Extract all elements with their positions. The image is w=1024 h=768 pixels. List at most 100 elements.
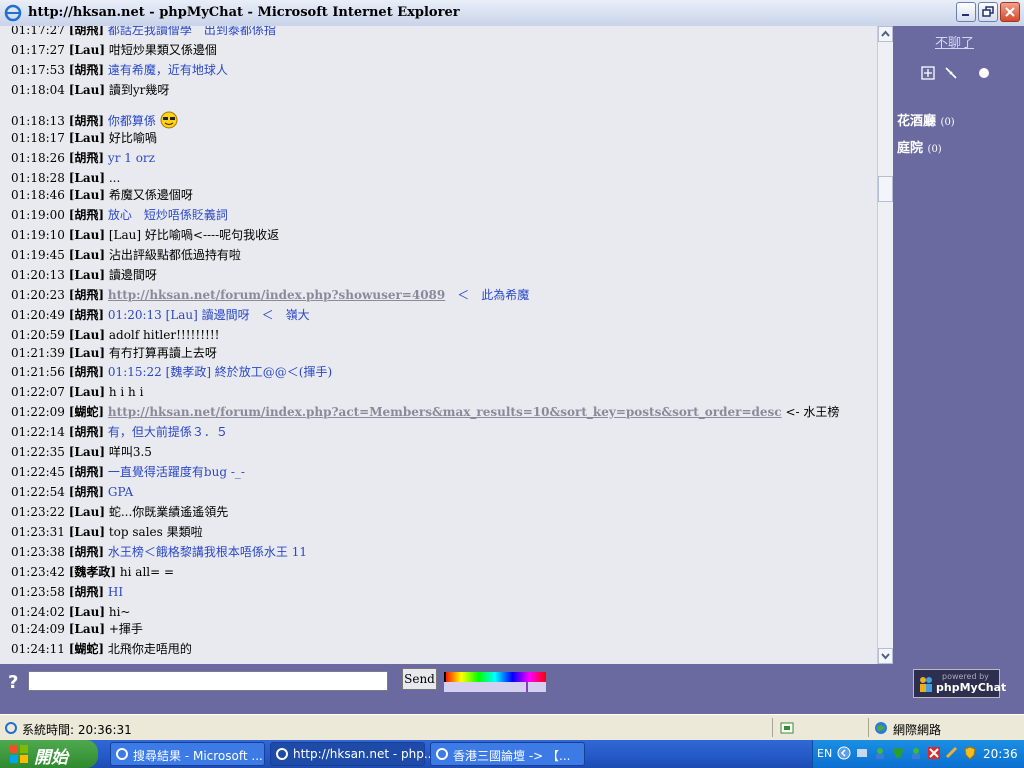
messenger-icon[interactable] — [873, 746, 887, 760]
room-item[interactable]: 花酒廳 (0) — [897, 110, 955, 129]
tray-expand-icon[interactable] — [837, 746, 851, 760]
message-text: 放心 短炒唔係貶義詞 — [107, 208, 228, 222]
message-input[interactable] — [28, 671, 388, 691]
message-user[interactable]: [Lau] — [69, 328, 105, 342]
chat-message: 01:17:27 [Lau] 咁短炒果類又係邊個 — [11, 43, 217, 57]
message-text: 咁短炒果類又係邊個 — [108, 43, 217, 57]
message-user[interactable]: [Lau] — [69, 188, 105, 202]
message-time: 01:23:38 — [11, 545, 65, 559]
message-user[interactable]: [胡飛] — [69, 26, 104, 37]
message-user[interactable]: [胡飛] — [69, 465, 104, 479]
users-logo-icon — [920, 677, 932, 692]
message-user[interactable]: [Lau] — [69, 171, 105, 185]
chat-log[interactable]: 01:17:27 [胡飛] 都話左我讀僧學 出到泰都係指 01:17:27 [La… — [0, 26, 878, 664]
message-user[interactable]: [胡飛] — [69, 288, 104, 302]
message-user[interactable]: [胡飛] — [69, 365, 104, 379]
message-user[interactable]: [胡飛] — [69, 208, 104, 222]
send-button[interactable]: Send — [402, 668, 437, 690]
chat-message: 01:20:13 [Lau] 讀邊間呀 — [11, 268, 157, 282]
taskbar-item-active[interactable]: http://hksan.net - php... — [270, 742, 435, 766]
chat-message: 01:20:49 [胡飛] 01:20:13 [Lau] 讀邊間呀 ＜ 嶺大 — [11, 308, 310, 322]
message-user[interactable]: [Lau] — [69, 83, 105, 97]
message-user[interactable]: [Lau] — [69, 525, 105, 539]
taskbar-item[interactable]: 香港三國論壇 -> 【... — [430, 742, 585, 766]
message-user[interactable]: [胡飛] — [69, 425, 104, 439]
message-time: 01:21:39 — [11, 346, 65, 360]
status-divider — [772, 718, 773, 737]
start-label: 開始 — [34, 748, 68, 768]
quit-chat-link[interactable]: 不聊了 — [935, 32, 974, 51]
help-icon[interactable]: ? — [8, 672, 18, 693]
chat-message: 01:24:09 [Lau] +揮手 — [11, 622, 143, 636]
phpmychat-badge[interactable]: powered by phpMyChat — [913, 669, 1006, 698]
message-user[interactable]: [蝴蛇] — [69, 642, 104, 656]
scroll-up-button[interactable] — [878, 26, 893, 42]
status-divider — [868, 718, 869, 737]
message-time: 01:22:07 — [11, 385, 65, 399]
message-user[interactable]: [Lau] — [69, 622, 105, 636]
system-tray: EN 20:36 — [812, 740, 1024, 768]
status-dot-icon[interactable] — [977, 66, 991, 80]
message-time: 01:24:11 — [11, 642, 65, 656]
message-user[interactable]: [胡飛] — [69, 585, 104, 599]
message-user[interactable]: [Lau] — [69, 505, 105, 519]
page-icon — [5, 722, 17, 734]
network-icon[interactable] — [855, 746, 869, 760]
message-user[interactable]: [Lau] — [69, 385, 105, 399]
message-input-bar: ? Send powered by phpMyChat — [0, 664, 1024, 714]
message-link[interactable]: http://hksan.net/forum/index.php?showuse… — [108, 288, 445, 302]
message-user[interactable]: [Lau] — [69, 346, 105, 360]
shield-icon[interactable] — [963, 746, 977, 760]
messenger-icon[interactable] — [909, 746, 923, 760]
window-titlebar[interactable]: http://hksan.net - phpMyChat - Microsoft… — [0, 0, 1024, 27]
message-user[interactable]: [Lau] — [69, 248, 105, 262]
message-time: 01:19:00 — [11, 208, 65, 222]
message-user[interactable]: [Lau] — [69, 131, 105, 145]
expand-icon[interactable] — [921, 66, 935, 80]
close-icon — [1005, 7, 1015, 17]
message-user[interactable]: [胡飛] — [69, 485, 104, 499]
antivirus-icon[interactable] — [927, 746, 941, 760]
message-time: 01:21:56 — [11, 365, 65, 379]
tool-icon[interactable] — [945, 746, 959, 760]
chat-message: 01:18:26 [胡飛] yr 1 orz — [11, 151, 155, 165]
message-user[interactable]: [胡飛] — [69, 114, 104, 128]
chat-scrollbar[interactable] — [877, 26, 893, 664]
color-picker[interactable] — [444, 672, 546, 692]
message-user[interactable]: [Lau] — [69, 228, 105, 242]
message-time: 01:22:35 — [11, 445, 65, 459]
message-time: 01:17:27 — [11, 43, 65, 57]
taskbar: 開始 搜尋結果 - Microsoft ... http://hksan.net… — [0, 740, 1024, 768]
message-user[interactable]: [Lau] — [69, 445, 105, 459]
clover-icon[interactable] — [891, 746, 905, 760]
start-button[interactable]: 開始 — [0, 740, 98, 768]
message-user[interactable]: [Lau] — [69, 268, 105, 282]
message-user[interactable]: [胡飛] — [69, 308, 104, 322]
message-user[interactable]: [蝴蛇] — [69, 405, 104, 419]
message-user[interactable]: [Lau] — [69, 605, 105, 619]
scroll-thumb[interactable] — [878, 176, 893, 202]
window-title: http://hksan.net - phpMyChat - Microsoft… — [28, 5, 460, 20]
restore-button[interactable] — [978, 2, 998, 22]
message-user[interactable]: [胡飛] — [69, 63, 104, 77]
message-text: 有冇打算再讀上去呀 — [108, 346, 217, 360]
message-time: 01:24:09 — [11, 622, 65, 636]
message-user[interactable]: [胡飛] — [69, 545, 104, 559]
internet-explorer-icon — [276, 748, 288, 760]
message-user[interactable]: [魏孝政] — [69, 565, 116, 579]
message-text: h i h i — [108, 385, 144, 399]
message-link[interactable]: http://hksan.net/forum/index.php?act=Mem… — [108, 405, 782, 419]
message-user[interactable]: [胡飛] — [69, 151, 104, 165]
language-indicator[interactable]: EN — [817, 747, 832, 760]
minimize-button[interactable] — [956, 2, 976, 22]
scroll-down-button[interactable] — [878, 648, 893, 664]
chat-message: 01:19:45 [Lau] 沾出評級點都低過持有啦 — [11, 248, 241, 262]
chat-message: 01:18:28 [Lau] ... — [11, 171, 120, 185]
taskbar-item[interactable]: 搜尋結果 - Microsoft ... — [110, 742, 265, 766]
message-time: 01:24:02 — [11, 605, 65, 619]
room-item[interactable]: 庭院 (0) — [897, 137, 942, 156]
tools-icon[interactable] — [944, 66, 958, 80]
message-user[interactable]: [Lau] — [69, 43, 105, 57]
message-text: adolf hitler!!!!!!!!! — [108, 328, 220, 342]
close-button[interactable] — [1000, 2, 1020, 22]
